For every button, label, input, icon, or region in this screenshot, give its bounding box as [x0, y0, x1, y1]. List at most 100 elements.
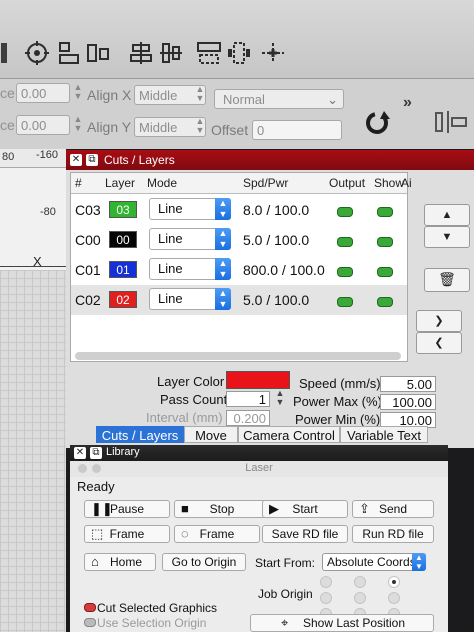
- layer-row[interactable]: C02 02 Line ▲ ▼ 5.0 / 100.0: [71, 285, 407, 315]
- y-position-field[interactable]: 0.00: [16, 115, 70, 135]
- frame-button[interactable]: ⬚ Frame: [84, 525, 170, 543]
- library-title: Library: [106, 446, 140, 458]
- canvas-grid[interactable]: [0, 270, 66, 632]
- speed-label: Speed (mm/s): [299, 376, 381, 391]
- tab-move[interactable]: Move: [184, 426, 238, 443]
- output-toggle[interactable]: [337, 237, 353, 247]
- align-x-chevron-icon[interactable]: ▲ ▼: [194, 85, 206, 105]
- pause-button[interactable]: ❚❚ Pause: [84, 500, 170, 518]
- origin-radio-ml[interactable]: [320, 592, 332, 604]
- frame-round-button[interactable]: ◌ Frame: [174, 525, 260, 543]
- speed-field[interactable]: 5.00: [380, 376, 436, 392]
- layer-swatch[interactable]: 01: [109, 261, 137, 278]
- move-down-button[interactable]: ▼: [424, 226, 470, 248]
- mode-select[interactable]: Line ▲ ▼: [149, 258, 231, 280]
- power-max-label: Power Max (%): [293, 394, 382, 409]
- mode-select[interactable]: Line ▲ ▼: [149, 228, 231, 250]
- power-max-field[interactable]: 100.00: [380, 394, 436, 410]
- tab-variable-text[interactable]: Variable Text: [340, 426, 428, 443]
- shrink-icon[interactable]: [226, 40, 252, 66]
- layer-swatch[interactable]: 00: [109, 231, 137, 248]
- distribute-icon[interactable]: [128, 40, 154, 66]
- align-y-label: Align Y: [87, 119, 132, 135]
- origin-radio-mr[interactable]: [388, 592, 400, 604]
- start-from-label: Start From:: [255, 556, 316, 570]
- float-icon[interactable]: ⧉: [86, 154, 98, 166]
- home-button[interactable]: ⌂ Home: [84, 553, 156, 571]
- show-toggle[interactable]: [377, 267, 393, 277]
- use-selection-origin-toggle[interactable]: [84, 618, 96, 627]
- show-last-position-button[interactable]: ⌖ Show Last Position: [250, 614, 434, 632]
- output-toggle[interactable]: [337, 267, 353, 277]
- tab-cuts-layers[interactable]: Cuts / Layers: [96, 426, 184, 443]
- run-rd-button[interactable]: Run RD file: [352, 525, 434, 543]
- align-y-value: Middle: [139, 120, 178, 135]
- x-position-field[interactable]: 0.00: [16, 83, 70, 103]
- layer-row[interactable]: C01 01 Line ▲ ▼ 800.0 / 100.0: [71, 255, 407, 285]
- layer-row[interactable]: C00 00 Line ▲ ▼ 5.0 / 100.0: [71, 225, 407, 255]
- refresh-icon[interactable]: [362, 109, 392, 137]
- output-toggle[interactable]: [337, 297, 353, 307]
- pass-count-stepper[interactable]: ▲ ▼: [274, 389, 286, 407]
- align-edge-icon[interactable]: [434, 109, 474, 135]
- origin-radio-mm[interactable]: [354, 592, 366, 604]
- resize-icon[interactable]: [196, 40, 222, 66]
- target-icon[interactable]: [24, 40, 50, 66]
- mode-select[interactable]: Line ▲ ▼: [149, 288, 231, 310]
- cut-selected-toggle[interactable]: [84, 603, 96, 612]
- stop-button[interactable]: ■ Stop: [174, 500, 270, 518]
- start-button[interactable]: ▶ Start: [262, 500, 348, 518]
- layer-swatch[interactable]: 03: [109, 201, 137, 218]
- table-scrollbar[interactable]: [75, 352, 401, 360]
- start-from-select[interactable]: Absolute Coords ▲ ▼: [322, 553, 426, 571]
- frame-round-label: Frame: [199, 527, 235, 541]
- origin-radio-tl[interactable]: [320, 576, 332, 588]
- layer-color-swatch[interactable]: [226, 371, 290, 389]
- show-toggle[interactable]: [377, 297, 393, 307]
- layer-color-label: Layer Color: [157, 374, 225, 389]
- go-to-origin-button[interactable]: Go to Origin: [162, 553, 246, 571]
- pass-count-field[interactable]: 1: [226, 391, 270, 407]
- align-left-icon[interactable]: [56, 40, 82, 66]
- delete-layer-button[interactable]: 🗑: [424, 268, 470, 292]
- show-toggle[interactable]: [377, 237, 393, 247]
- pause-label: Pause: [109, 502, 145, 516]
- more-icon[interactable]: »: [403, 93, 412, 113]
- prev-button[interactable]: ❮: [416, 332, 462, 354]
- distribute-vertical-icon[interactable]: [158, 40, 184, 66]
- send-button[interactable]: ⇪ Send: [352, 500, 434, 518]
- layer-swatch[interactable]: 02: [109, 291, 137, 308]
- chevron-down-icon: ⌄: [327, 92, 338, 107]
- send-label: Send: [378, 502, 408, 516]
- offset-field[interactable]: 0: [252, 120, 342, 140]
- offset-label: Offset: [211, 122, 249, 138]
- y-stepper[interactable]: ▲ ▼: [72, 115, 84, 135]
- x-stepper[interactable]: ▲ ▼: [72, 83, 84, 103]
- move-up-button[interactable]: ▲: [424, 204, 470, 226]
- col-spd-pwr: Spd/Pwr: [243, 176, 289, 190]
- anchor-icon[interactable]: [260, 40, 286, 66]
- align-group-icon[interactable]: [86, 40, 112, 66]
- speed-power-value: 5.0 / 100.0: [243, 232, 310, 248]
- home-label: Home: [109, 555, 142, 569]
- origin-radio-tm[interactable]: [354, 576, 366, 588]
- close-icon[interactable]: ✕: [70, 154, 82, 166]
- align-x-label: Align X: [87, 87, 132, 103]
- align-y-chevron-icon[interactable]: ▲ ▼: [194, 117, 206, 137]
- top-ruler: 80 -160: [0, 149, 66, 168]
- normal-select[interactable]: Normal ⌄: [214, 89, 344, 109]
- next-button[interactable]: ❯: [416, 310, 462, 332]
- origin-radio-tr[interactable]: [388, 576, 400, 588]
- output-toggle[interactable]: [337, 207, 353, 217]
- interval-field[interactable]: 0.200: [226, 410, 270, 426]
- stop-label: Stop: [209, 502, 235, 516]
- col-layer: Layer: [105, 176, 136, 190]
- save-rd-button[interactable]: Save RD file: [262, 525, 348, 543]
- layer-row[interactable]: C03 03 Line ▲ ▼ 8.0 / 100.0: [71, 195, 407, 225]
- library-float-icon[interactable]: ⧉: [90, 447, 102, 459]
- tab-camera-control[interactable]: Camera Control: [238, 426, 340, 443]
- show-toggle[interactable]: [377, 207, 393, 217]
- col-output: Output: [329, 176, 366, 190]
- mode-select[interactable]: Line ▲ ▼: [149, 198, 231, 220]
- library-close-icon[interactable]: ✕: [74, 447, 86, 459]
